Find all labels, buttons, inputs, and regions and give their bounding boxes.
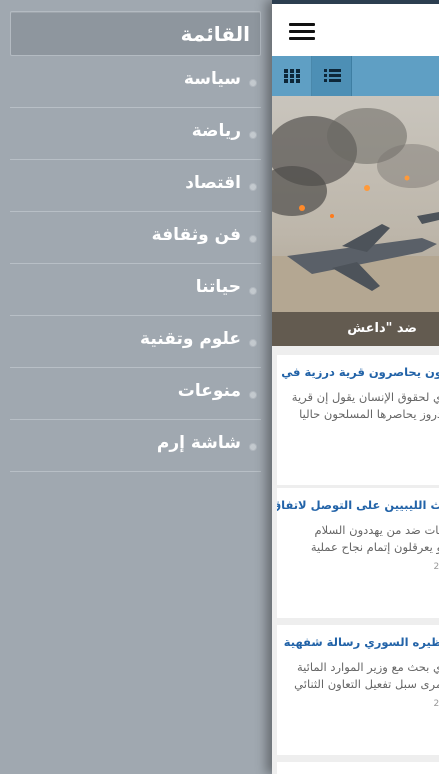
menu-item-art-culture[interactable]: فن وثقافة	[10, 212, 261, 264]
menu-item-label: شاشة إرم	[156, 433, 241, 453]
article-date: 20	[433, 699, 439, 709]
article-card[interactable]: ظيره السوري رسالة شفهية ي بحث مع وزير ال…	[277, 625, 439, 755]
hamburger-menu-icon[interactable]	[289, 23, 315, 41]
menu-item-economy[interactable]: اقتصاد	[10, 160, 261, 212]
drawer-title: القائمة	[10, 11, 261, 56]
article-summary: ي لحقوق الإنسان يقول إن قرية دروز يحاصره…	[291, 390, 439, 421]
bullet-icon	[249, 391, 257, 399]
article-summary: بات ضد من يهددون السلام و يعرقلون إتمام …	[310, 523, 439, 554]
featured-article[interactable]: ضد "داعش	[272, 96, 439, 346]
article-card[interactable]: ث الليبيين على التوصل لاتفاق بات ضد من ي…	[277, 488, 439, 618]
menu-item-label: فن وثقافة	[151, 225, 241, 245]
bullet-icon	[249, 287, 257, 295]
menu-item-label: رياضة	[191, 121, 241, 141]
menu-item-label: سياسة	[183, 69, 241, 89]
bullet-icon	[249, 235, 257, 243]
featured-image	[272, 96, 439, 346]
bullet-icon	[249, 339, 257, 347]
menu-item-misc[interactable]: منوعات	[10, 368, 261, 420]
menu-item-sports[interactable]: رياضة	[10, 108, 261, 160]
bullet-icon	[249, 443, 257, 451]
menu-item-iram-screen[interactable]: شاشة إرم	[10, 420, 261, 472]
grid-icon	[284, 69, 300, 83]
menu-item-label: اقتصاد	[185, 173, 241, 193]
menu-item-label: منوعات	[177, 381, 241, 401]
menu-item-politics[interactable]: سياسة	[10, 56, 261, 108]
navigation-drawer: القائمة سياسة رياضة اقتصاد فن وثقافة حيا…	[0, 0, 272, 774]
menu-item-label: حياتنا	[195, 277, 241, 297]
menu-list: سياسة رياضة اقتصاد فن وثقافة حياتنا علوم…	[10, 56, 261, 472]
article-title[interactable]: ون يحاصرون قرية درزية في	[281, 365, 439, 379]
menu-item-science-tech[interactable]: علوم وتقنية	[10, 316, 261, 368]
article-title[interactable]: ث الليبيين على التوصل لاتفاق	[277, 498, 439, 512]
list-view-button[interactable]	[312, 56, 352, 96]
article-title[interactable]: ظيره السوري رسالة شفهية	[284, 635, 439, 649]
view-toggle-bar	[272, 56, 439, 96]
menu-item-label: علوم وتقنية	[140, 329, 241, 349]
bullet-icon	[249, 183, 257, 191]
article-card[interactable]	[277, 762, 439, 774]
article-summary: ي بحث مع وزير الموارد المائية مرى سبل تف…	[294, 660, 439, 691]
list-icon	[324, 69, 341, 83]
bullet-icon	[249, 131, 257, 139]
top-app-bar	[272, 0, 439, 56]
menu-item-lifestyle[interactable]: حياتنا	[10, 264, 261, 316]
main-content: ضد "داعش ون يحاصرون قرية درزية في ي لحقو…	[272, 0, 439, 774]
article-card[interactable]: ون يحاصرون قرية درزية في ي لحقوق الإنسان…	[277, 355, 439, 485]
bullet-icon	[249, 79, 257, 87]
article-date: 20	[433, 562, 439, 572]
grid-view-button[interactable]	[272, 56, 312, 96]
featured-caption: ضد "داعش	[272, 312, 439, 346]
